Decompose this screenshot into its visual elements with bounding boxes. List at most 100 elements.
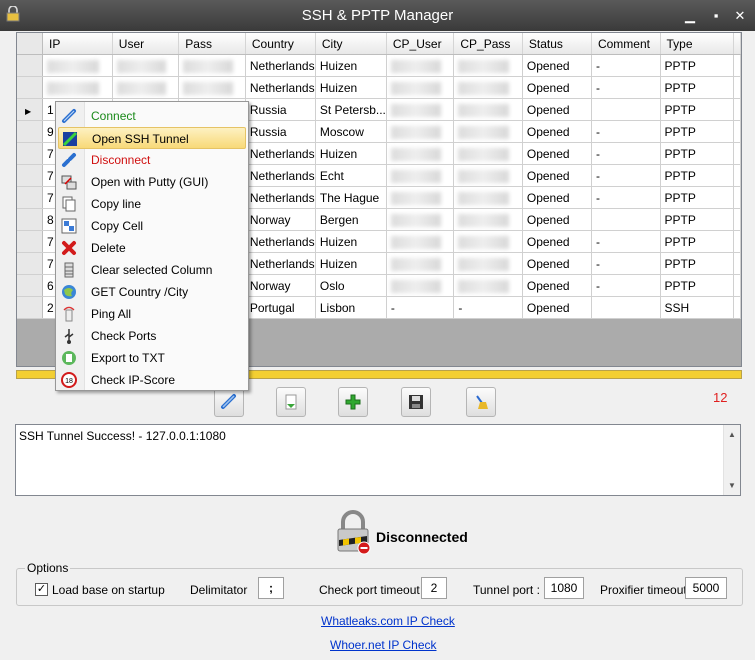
table-cell[interactable]: Huizen [315, 142, 387, 165]
log-scrollbar[interactable]: ▲ ▼ [723, 425, 740, 495]
minimize-button[interactable]: ▁ [683, 9, 697, 23]
row-header[interactable]: ▶ [17, 98, 44, 121]
table-cell[interactable] [453, 186, 523, 209]
table-cell[interactable]: Opened [522, 296, 592, 319]
table-cell[interactable] [453, 54, 523, 77]
table-cell[interactable]: - [591, 274, 661, 297]
table-cell[interactable] [178, 54, 246, 77]
menu-item-connect[interactable]: Connect [58, 105, 246, 127]
scroll-down-icon[interactable]: ▼ [728, 481, 736, 490]
table-cell[interactable] [386, 98, 455, 121]
column-header-ip[interactable]: IP [42, 33, 113, 55]
menu-item-disconnect[interactable]: Disconnect [58, 149, 246, 171]
table-cell[interactable]: Oslo [315, 274, 387, 297]
table-cell[interactable]: Opened [522, 54, 592, 77]
row-header[interactable] [17, 76, 44, 99]
table-cell[interactable]: Norway [245, 208, 316, 231]
table-cell[interactable] [591, 296, 661, 319]
table-cell[interactable] [112, 76, 180, 99]
table-cell[interactable] [453, 230, 523, 253]
table-cell[interactable]: Echt [315, 164, 387, 187]
table-cell[interactable]: PPTP [660, 252, 735, 275]
menu-item-get-country-city[interactable]: GET Country /City [58, 281, 246, 303]
row-header[interactable] [17, 54, 44, 77]
table-cell[interactable]: Opened [522, 164, 592, 187]
table-cell[interactable] [453, 98, 523, 121]
table-cell[interactable]: PPTP [660, 98, 735, 121]
load-base-checkbox[interactable]: ✓ [35, 583, 48, 596]
table-cell[interactable]: St Petersb... [315, 98, 387, 121]
table-cell[interactable] [453, 274, 523, 297]
table-cell[interactable]: PPTP [660, 164, 735, 187]
table-cell[interactable]: Opened [522, 186, 592, 209]
table-cell[interactable]: - [591, 54, 661, 77]
table-cell[interactable]: PPTP [660, 142, 735, 165]
table-cell[interactable]: Opened [522, 120, 592, 143]
table-cell[interactable]: The Hague [315, 186, 387, 209]
table-cell[interactable]: Huizen [315, 230, 387, 253]
table-cell[interactable]: Opened [522, 230, 592, 253]
column-header-cp-user[interactable]: CP_User [386, 33, 455, 55]
table-cell[interactable]: PPTP [660, 274, 735, 297]
table-cell[interactable]: - [591, 120, 661, 143]
table-cell[interactable] [42, 54, 113, 77]
table-cell[interactable] [386, 230, 455, 253]
table-cell[interactable] [386, 208, 455, 231]
menu-item-copy-cell[interactable]: Copy Cell [58, 215, 246, 237]
column-header-status[interactable]: Status [522, 33, 592, 55]
column-header-type[interactable]: Type [660, 33, 735, 55]
table-row[interactable]: Netherlands Huizen Opened - PPTP [17, 54, 741, 77]
connect-toolbar-button[interactable] [214, 387, 244, 417]
table-cell[interactable]: Bergen [315, 208, 387, 231]
table-cell[interactable]: Opened [522, 142, 592, 165]
table-cell[interactable] [453, 76, 523, 99]
tunnel-port-input[interactable]: 1080 [544, 577, 584, 599]
table-cell[interactable]: Portugal [245, 296, 316, 319]
table-cell[interactable]: Opened [522, 76, 592, 99]
table-cell[interactable]: Netherlands [245, 164, 316, 187]
menu-item-open-with-putty-gui[interactable]: Open with Putty (GUI) [58, 171, 246, 193]
menu-item-clear-selected-column[interactable]: Clear selected Column [58, 259, 246, 281]
table-cell[interactable]: - [591, 76, 661, 99]
menu-item-copy-line[interactable]: Copy line [58, 193, 246, 215]
column-header-user[interactable]: User [112, 33, 180, 55]
table-cell[interactable]: PPTP [660, 230, 735, 253]
menu-item-delete[interactable]: Delete [58, 237, 246, 259]
table-cell[interactable] [453, 142, 523, 165]
table-cell[interactable] [453, 120, 523, 143]
add-toolbar-button[interactable] [338, 387, 368, 417]
table-cell[interactable] [386, 274, 455, 297]
table-cell[interactable]: PPTP [660, 120, 735, 143]
table-cell[interactable] [591, 208, 661, 231]
table-cell[interactable]: Huizen [315, 76, 387, 99]
row-header[interactable] [17, 208, 44, 231]
row-header[interactable] [17, 296, 44, 319]
table-cell[interactable]: Opened [522, 208, 592, 231]
table-cell[interactable] [591, 98, 661, 121]
table-cell[interactable]: - [591, 252, 661, 275]
table-cell[interactable]: SSH [660, 296, 735, 319]
table-cell[interactable]: Netherlands [245, 252, 316, 275]
table-cell[interactable] [42, 76, 113, 99]
maximize-button[interactable]: ▪ [709, 9, 723, 23]
table-cell[interactable]: Russia [245, 98, 316, 121]
table-cell[interactable] [112, 54, 180, 77]
delimitator-input[interactable]: ; [258, 577, 284, 599]
import-toolbar-button[interactable] [276, 387, 306, 417]
menu-item-ping-all[interactable]: Ping All [58, 303, 246, 325]
table-cell[interactable]: PPTP [660, 208, 735, 231]
row-header[interactable] [17, 164, 44, 187]
table-cell[interactable]: Opened [522, 98, 592, 121]
table-cell[interactable]: Huizen [315, 252, 387, 275]
table-cell[interactable]: Opened [522, 274, 592, 297]
table-cell[interactable] [453, 164, 523, 187]
menu-item-check-ip-score[interactable]: 18 Check IP-Score [58, 369, 246, 391]
whatleaks-link[interactable]: Whatleaks.com IP Check [321, 614, 455, 628]
table-cell[interactable] [178, 76, 246, 99]
column-header-comment[interactable]: Comment [591, 33, 661, 55]
menu-item-open-ssh-tunnel[interactable]: Open SSH Tunnel [58, 127, 246, 149]
row-header[interactable] [17, 142, 44, 165]
table-cell[interactable]: Norway [245, 274, 316, 297]
table-cell[interactable] [453, 208, 523, 231]
check-port-timeout-input[interactable]: 2 [421, 577, 447, 599]
